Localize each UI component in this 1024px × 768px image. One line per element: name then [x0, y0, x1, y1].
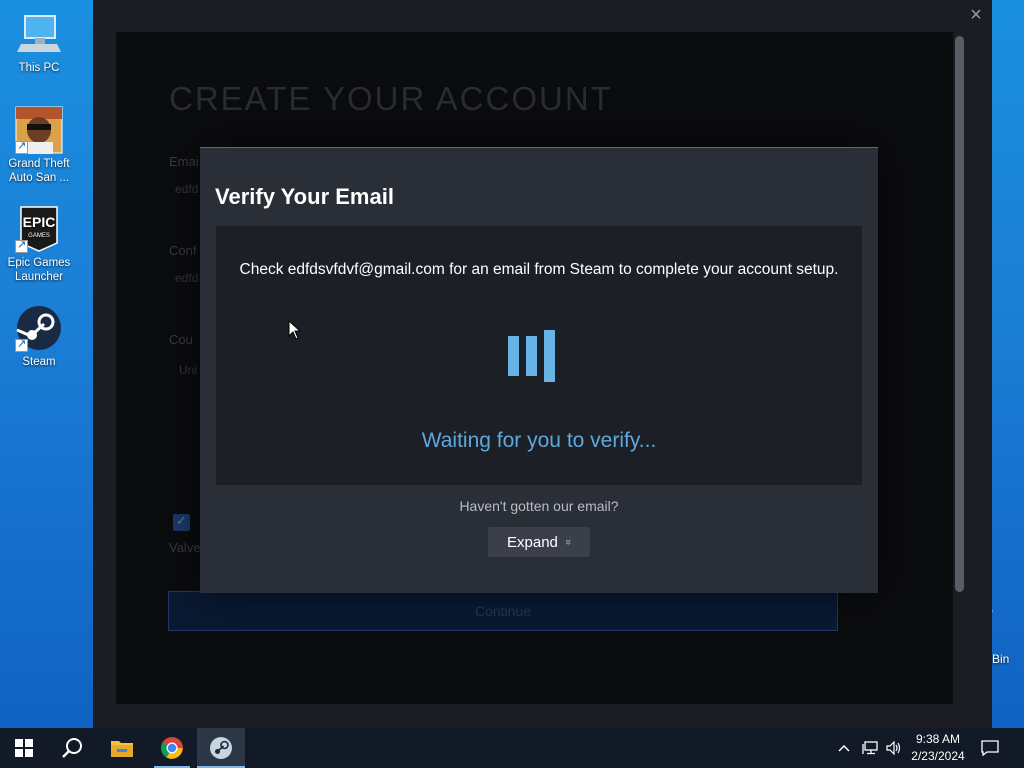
desktop-icon-label: Steam [22, 356, 56, 368]
network-icon [862, 741, 878, 755]
file-explorer-button[interactable] [98, 728, 146, 768]
expand-button-label: Expand [507, 533, 558, 551]
speaker-icon [886, 741, 901, 755]
search-icon [62, 738, 82, 758]
havent-gotten-email-text: Haven't gotten our email? [459, 498, 619, 514]
verify-email-dialog: Verify Your Email Check edfdsvfdvf@gmail… [200, 147, 878, 593]
epic-logo-subtext: GAMES [28, 233, 50, 239]
desktop-icon-epic-games[interactable]: EPIC GAMES Epic Games Launcher [4, 205, 74, 284]
verify-status-panel: Check edfdsvfdvf@gmail.com for an email … [216, 226, 862, 485]
email-label: Emai [169, 154, 199, 169]
folder-icon [111, 741, 133, 757]
clock[interactable]: 9:38 AM 2/23/2024 [905, 731, 971, 765]
epic-games-icon: EPIC GAMES [15, 205, 63, 253]
create-account-title: CREATE YOUR ACCOUNT [169, 80, 613, 117]
expand-button[interactable]: Expand » [488, 527, 590, 557]
network-button[interactable] [862, 728, 882, 768]
desktop-icon-steam[interactable]: Steam [4, 304, 74, 369]
email-field[interactable]: edfd [175, 182, 198, 196]
chevron-up-icon [838, 744, 850, 752]
chrome-icon [161, 737, 183, 759]
recycle-bin-partial-label[interactable]: Bin [992, 652, 1009, 666]
waiting-status-text: Waiting for you to verify... [421, 429, 657, 452]
verify-message: Check edfdsvfdvf@gmail.com for an email … [239, 261, 839, 278]
shortcut-arrow-icon [15, 337, 28, 352]
desktop-icon-this-pc[interactable]: This PC [4, 10, 74, 75]
desktop-icon-gta[interactable]: Grand Theft Auto San ... [4, 106, 74, 185]
desktop-icon-label: This PC [18, 62, 60, 74]
steam-taskbar-button[interactable] [197, 728, 245, 768]
clock-time: 9:38 AM [915, 732, 961, 746]
gta-san-andreas-icon [15, 106, 63, 154]
scrollbar[interactable] [955, 36, 964, 592]
chevron-down-icon: » [561, 538, 574, 546]
taskbar: 9:38 AM 2/23/2024 [0, 728, 1024, 768]
clock-date: 2/23/2024 [911, 749, 965, 763]
dialog-title: Verify Your Email [215, 184, 394, 209]
close-icon[interactable]: × [967, 5, 985, 25]
volume-button[interactable] [886, 728, 904, 768]
start-button[interactable] [0, 728, 48, 768]
this-pc-icon [15, 10, 63, 58]
action-center-button[interactable] [981, 728, 1003, 768]
steam-icon [210, 737, 232, 759]
agree-checkbox[interactable] [173, 513, 190, 531]
country-label: Cou [169, 332, 193, 347]
confirm-email-label: Conf [169, 243, 197, 258]
confirm-email-field[interactable]: edfd [175, 271, 198, 285]
valve-agreement-text: Valve [169, 540, 201, 555]
steam-icon [15, 304, 63, 352]
windows-logo-icon [15, 739, 33, 757]
shortcut-arrow-icon [15, 238, 28, 253]
search-button[interactable] [48, 728, 96, 768]
epic-logo-text: EPIC [23, 214, 56, 230]
continue-button[interactable]: Continue [168, 591, 838, 631]
mouse-cursor-icon [288, 320, 302, 340]
country-select[interactable]: Uni [179, 363, 197, 377]
desktop-icon-label: Grand Theft Auto San ... [8, 158, 70, 184]
loading-bars-icon [508, 330, 556, 382]
notification-icon [981, 740, 999, 756]
chrome-button[interactable] [148, 728, 196, 768]
show-hidden-icons-button[interactable] [838, 728, 856, 768]
desktop-icon-label: Epic Games Launcher [7, 257, 71, 283]
shortcut-arrow-icon [15, 139, 28, 154]
